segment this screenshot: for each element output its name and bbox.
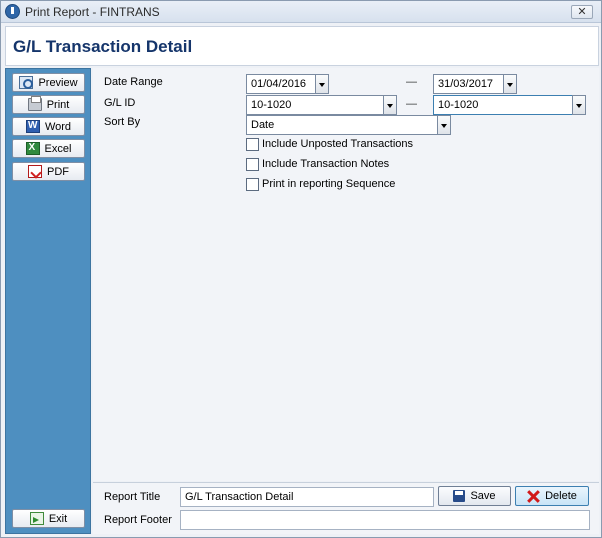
- delete-label: Delete: [545, 490, 577, 502]
- sort-by-value: Date: [251, 119, 275, 131]
- include-unposted-label: Include Unposted Transactions: [262, 138, 414, 150]
- power-icon: [5, 4, 20, 19]
- print-label: Print: [46, 98, 70, 111]
- close-button[interactable]: ✕: [571, 5, 593, 19]
- include-notes-checkbox[interactable]: Include Transaction Notes: [246, 157, 389, 171]
- excel-label: Excel: [44, 142, 72, 155]
- pdf-button[interactable]: PDF: [12, 162, 85, 181]
- chevron-down-icon[interactable]: [437, 115, 451, 135]
- exit-label: Exit: [48, 512, 68, 525]
- date-from-dropdown[interactable]: 01/04/2016: [246, 74, 329, 94]
- delete-button[interactable]: Delete: [515, 486, 589, 506]
- report-title-input[interactable]: G/L Transaction Detail: [180, 487, 434, 507]
- preview-button[interactable]: Preview: [12, 73, 85, 92]
- gl-id-separator: —: [406, 98, 417, 110]
- exit-button[interactable]: Exit: [12, 509, 85, 528]
- word-icon: [25, 120, 40, 133]
- include-unposted-checkbox[interactable]: Include Unposted Transactions: [246, 137, 413, 151]
- report-footer-panel: Report Title G/L Transaction Detail Save…: [93, 482, 599, 534]
- gl-id-from-value: 10-1020: [251, 99, 292, 111]
- chevron-down-icon[interactable]: [383, 95, 397, 115]
- gl-id-to-value: 10-1020: [438, 99, 479, 111]
- pdf-label: PDF: [47, 165, 69, 178]
- date-to-value: 31/03/2017: [438, 78, 494, 90]
- report-footer-label: Report Footer: [104, 514, 172, 526]
- include-notes-label: Include Transaction Notes: [262, 158, 390, 170]
- checkbox-box[interactable]: [246, 137, 259, 151]
- gl-id-label: G/L ID: [104, 97, 136, 109]
- window-title: Print Report - FINTRANS: [25, 5, 160, 19]
- gl-id-from-dropdown[interactable]: 10-1020: [246, 95, 397, 115]
- excel-button[interactable]: Excel: [12, 139, 85, 158]
- report-title-label: Report Title: [104, 491, 161, 503]
- preview-label: Preview: [38, 76, 78, 89]
- sort-by-dropdown[interactable]: Date: [246, 115, 451, 135]
- excel-icon: [25, 142, 40, 155]
- checkbox-box[interactable]: [246, 177, 259, 191]
- sort-by-label: Sort By: [104, 116, 141, 128]
- reporting-sequence-checkbox[interactable]: Print in reporting Sequence: [246, 177, 395, 191]
- print-report-window: Print Report - FINTRANS ✕ G/L Transactio…: [0, 0, 602, 538]
- preview-icon: [19, 76, 34, 89]
- report-options-panel: Date Range 01/04/2016 — 31/03/2017 G/L I…: [93, 68, 599, 481]
- reporting-sequence-label: Print in reporting Sequence: [262, 178, 396, 190]
- title-bar: Print Report - FINTRANS ✕: [1, 1, 601, 23]
- sidebar: Preview Print Word Excel PDF Exit: [5, 68, 91, 534]
- delete-x-icon: [527, 490, 540, 503]
- pdf-icon: [28, 165, 42, 178]
- word-label: Word: [44, 120, 72, 133]
- page-title: G/L Transaction Detail: [13, 37, 193, 56]
- date-range-separator: —: [406, 76, 417, 88]
- date-from-value: 01/04/2016: [251, 78, 307, 90]
- checkbox-box[interactable]: [246, 157, 259, 171]
- chevron-down-icon[interactable]: [315, 74, 329, 94]
- floppy-disk-icon: [453, 490, 466, 502]
- report-footer-input[interactable]: [180, 510, 590, 530]
- date-to-dropdown[interactable]: 31/03/2017: [433, 74, 517, 94]
- save-label: Save: [470, 490, 496, 502]
- printer-icon: [27, 96, 42, 111]
- chevron-down-icon[interactable]: [572, 95, 586, 115]
- gl-id-to-dropdown[interactable]: 10-1020: [433, 95, 586, 115]
- date-range-label: Date Range: [104, 76, 163, 88]
- print-button[interactable]: Print: [12, 95, 85, 114]
- report-header: G/L Transaction Detail: [5, 26, 599, 66]
- word-button[interactable]: Word: [12, 117, 85, 136]
- save-button[interactable]: Save: [438, 486, 511, 506]
- report-title-value: G/L Transaction Detail: [185, 491, 294, 503]
- chevron-down-icon[interactable]: [503, 74, 517, 94]
- exit-icon: [29, 512, 44, 525]
